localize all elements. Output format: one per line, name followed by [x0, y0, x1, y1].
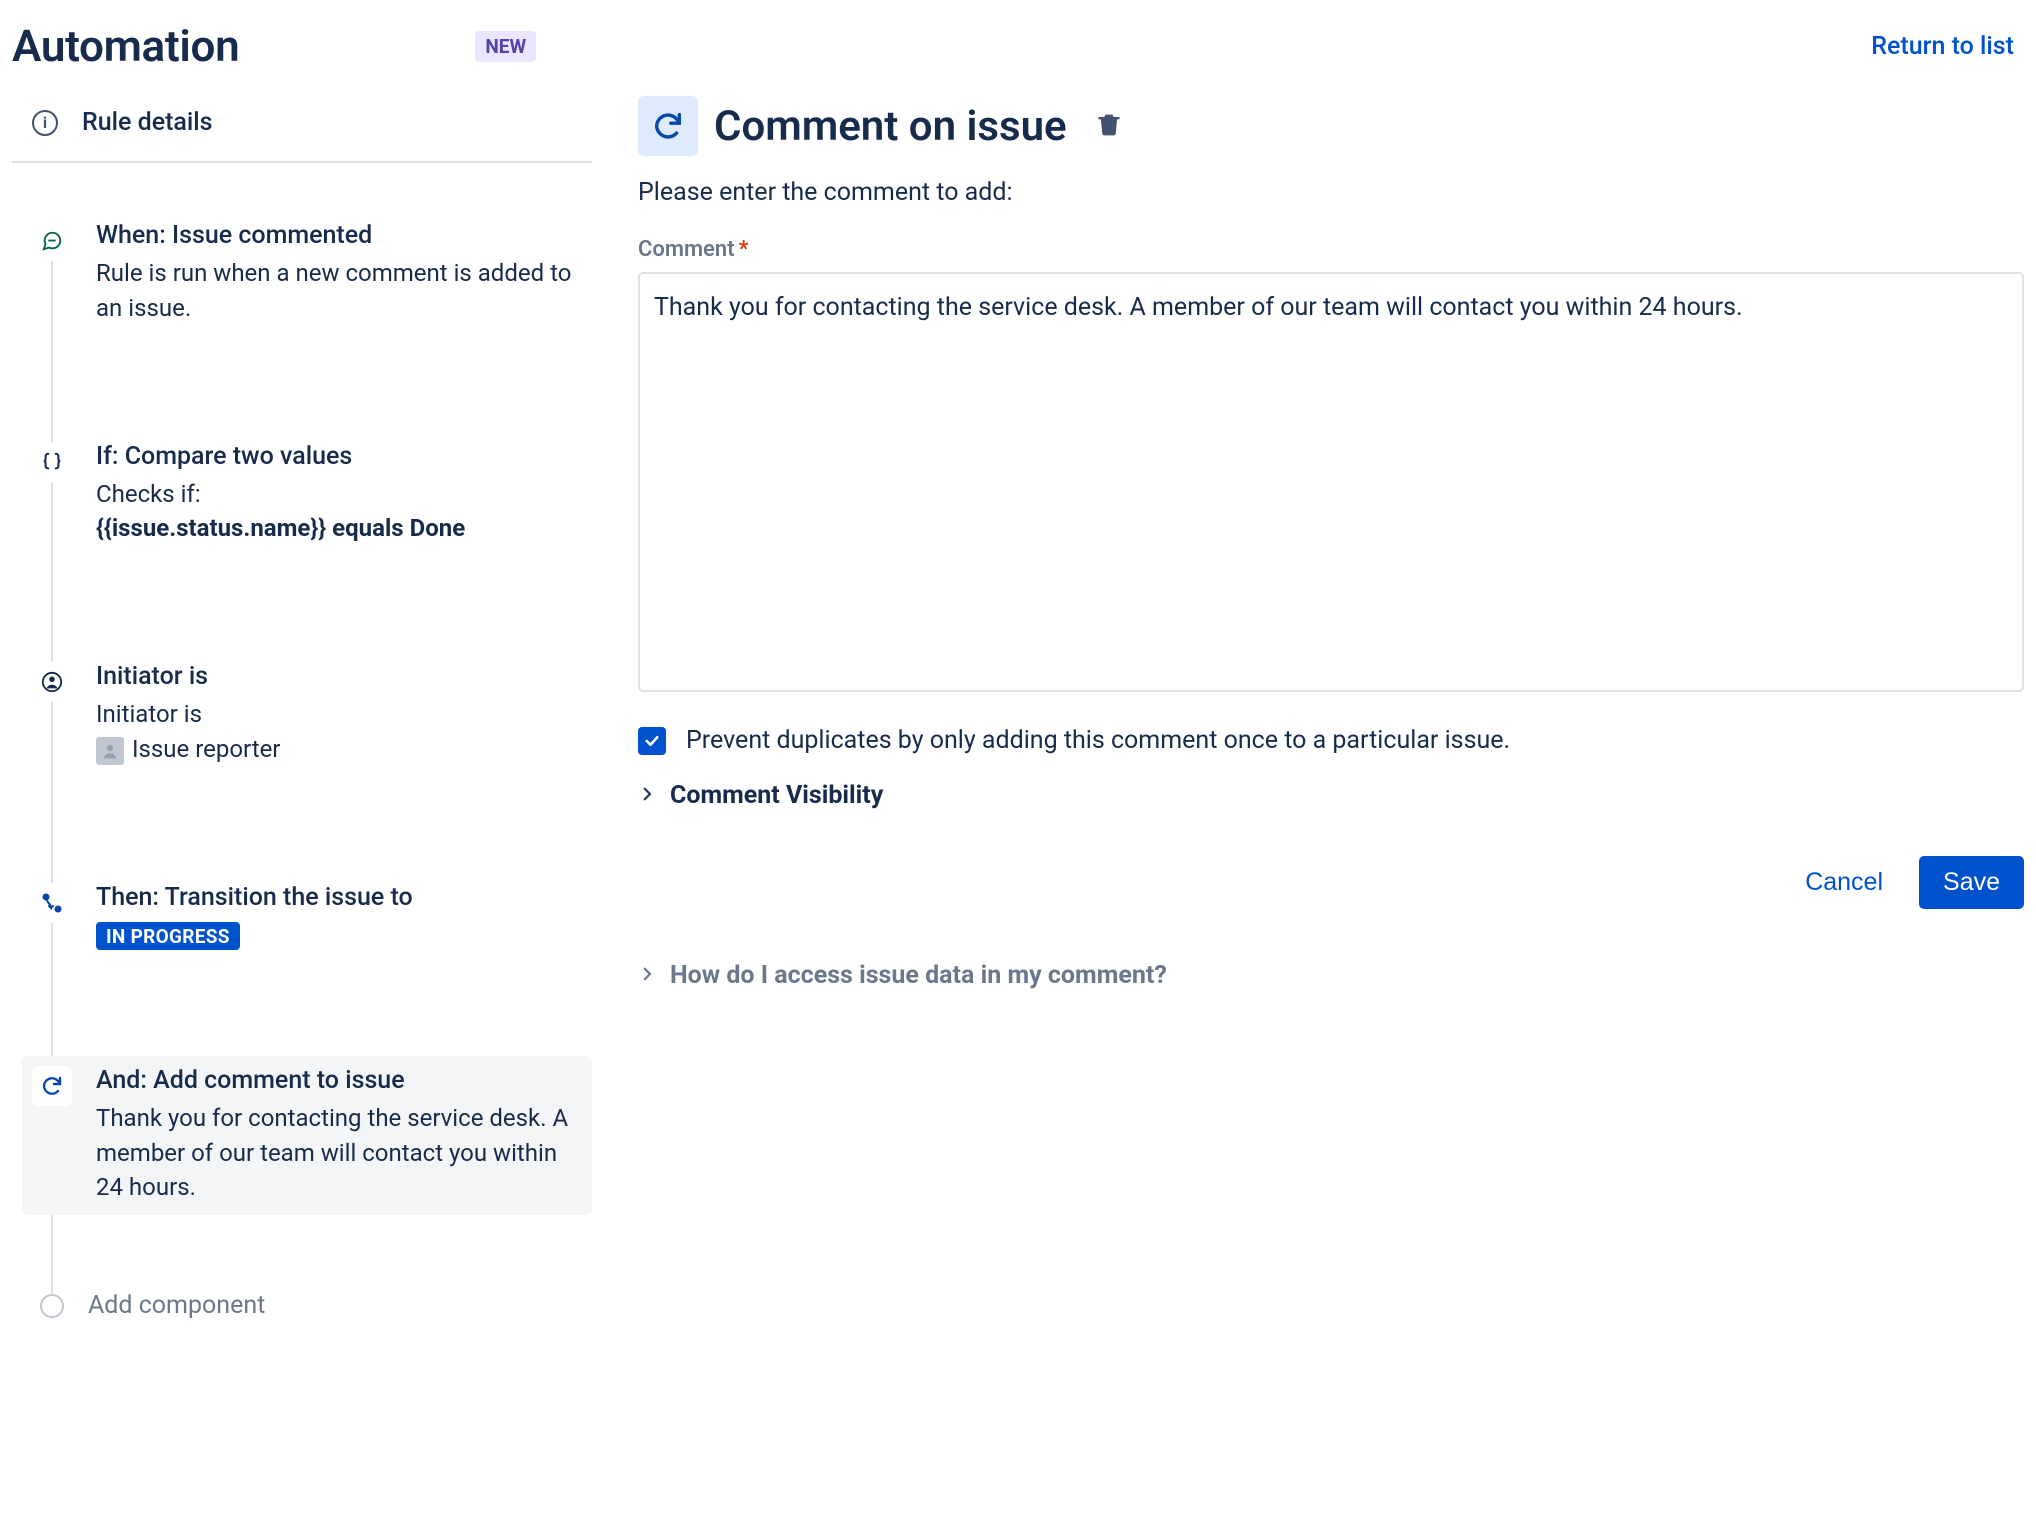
main-title: Comment on issue — [714, 102, 1067, 151]
prevent-duplicates-checkbox[interactable] — [638, 727, 666, 755]
return-to-list-link[interactable]: Return to list — [1871, 32, 2014, 61]
new-badge: NEW — [475, 31, 536, 62]
transition-icon — [32, 883, 72, 923]
step-body: Initiator is Initiator is Issue reporter — [96, 662, 584, 767]
rule-details-link[interactable]: i Rule details — [12, 90, 592, 163]
step-title: If: Compare two values — [96, 442, 584, 471]
step-body: If: Compare two values Checks if: {{issu… — [96, 442, 584, 547]
step-desc: Rule is run when a new comment is added … — [96, 256, 584, 326]
comment-visibility-expander[interactable]: Comment Visibility — [638, 781, 2024, 810]
main-panel: Comment on issue Please enter the commen… — [638, 90, 2024, 990]
add-component-button[interactable]: Add component — [32, 1287, 592, 1320]
add-component-label: Add component — [88, 1291, 265, 1320]
step-add-comment[interactable]: And: Add comment to issue Thank you for … — [22, 1056, 592, 1215]
braces-icon — [32, 442, 72, 482]
buttons-row: Cancel Save — [638, 856, 2024, 909]
step-transition[interactable]: Then: Transition the issue to IN PROGRES… — [32, 873, 592, 960]
comment-textarea[interactable] — [638, 272, 2024, 692]
step-body: When: Issue commented Rule is run when a… — [96, 221, 584, 326]
save-button[interactable]: Save — [1919, 856, 2024, 909]
step-title: Initiator is — [96, 662, 584, 691]
step-title: When: Issue commented — [96, 221, 584, 250]
refresh-icon — [32, 1066, 72, 1106]
step-title: Then: Transition the issue to — [96, 883, 584, 912]
rule-steps: When: Issue commented Rule is run when a… — [12, 163, 592, 1320]
info-icon: i — [32, 110, 58, 136]
header-left: Automation NEW — [12, 20, 536, 72]
prompt-text: Please enter the comment to add: — [638, 178, 2024, 207]
avatar-icon — [96, 737, 124, 765]
prevent-duplicates-label: Prevent duplicates by only adding this c… — [686, 726, 1510, 755]
step-body: And: Add comment to issue Thank you for … — [96, 1066, 584, 1205]
chevron-right-icon — [638, 785, 656, 807]
person-name: Issue reporter — [132, 735, 280, 763]
chevron-right-icon — [638, 965, 656, 987]
required-asterisk: * — [739, 237, 749, 262]
step-when[interactable]: When: Issue commented Rule is run when a… — [32, 211, 592, 336]
step-initiator[interactable]: Initiator is Initiator is Issue reporter — [32, 652, 592, 777]
page-header: Automation NEW Return to list — [12, 20, 2024, 90]
delete-button[interactable] — [1095, 110, 1123, 142]
layout: i Rule details When: Issue commented Rul… — [12, 90, 2024, 1320]
main-header: Comment on issue — [638, 96, 2024, 156]
step-desc-bold: {{issue.status.name}} equals Done — [96, 511, 584, 546]
sidebar: i Rule details When: Issue commented Rul… — [12, 90, 592, 1320]
step-desc: Thank you for contacting the service des… — [96, 1101, 584, 1205]
comment-icon — [32, 221, 72, 261]
add-circle-icon — [40, 1294, 64, 1318]
comment-label-text: Comment — [638, 237, 735, 262]
help-label: How do I access issue data in my comment… — [670, 961, 1167, 990]
step-if[interactable]: If: Compare two values Checks if: {{issu… — [32, 432, 592, 557]
prevent-duplicates-row: Prevent duplicates by only adding this c… — [638, 726, 2024, 755]
help-expander[interactable]: How do I access issue data in my comment… — [638, 961, 2024, 990]
page-title: Automation — [12, 20, 239, 72]
refresh-icon — [638, 96, 698, 156]
user-icon — [32, 662, 72, 702]
comment-label: Comment* — [638, 237, 2024, 262]
status-lozenge: IN PROGRESS — [96, 922, 240, 950]
visibility-label: Comment Visibility — [670, 781, 883, 810]
step-title: And: Add comment to issue — [96, 1066, 584, 1095]
step-desc-prefix: Initiator is — [96, 697, 584, 732]
step-body: Then: Transition the issue to IN PROGRES… — [96, 883, 584, 950]
rule-details-label: Rule details — [82, 108, 213, 137]
step-desc-prefix: Checks if: — [96, 477, 584, 512]
step-desc-person: Issue reporter — [96, 732, 584, 767]
cancel-button[interactable]: Cancel — [1805, 868, 1883, 897]
